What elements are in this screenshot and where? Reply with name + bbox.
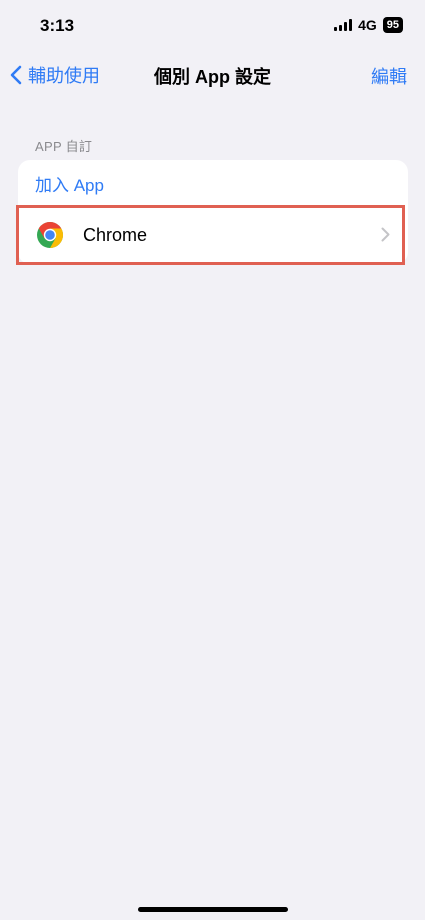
list-item-label: Chrome (83, 224, 148, 245)
navigation-bar: 輔助使用 個別 App 設定 編輯 (0, 56, 425, 96)
cellular-signal-icon (334, 19, 353, 31)
page-title: 個別 App 設定 (154, 67, 271, 87)
edit-button[interactable]: 編輯 (371, 63, 407, 89)
add-app-button[interactable]: 加入 App (18, 160, 408, 206)
network-type: 4G (358, 17, 377, 33)
chrome-icon (36, 221, 64, 249)
section-header: APP 自訂 (35, 139, 93, 154)
status-indicators: 4G 95 (334, 17, 403, 33)
status-bar: 3:13 4G 95 (0, 0, 425, 54)
home-indicator (138, 907, 288, 912)
list-item-chrome[interactable]: Chrome (18, 206, 408, 264)
chevron-right-icon (381, 227, 390, 247)
battery-icon: 95 (382, 17, 403, 33)
status-time: 3:13 (40, 16, 75, 35)
app-list-group: 加入 App Chrome (18, 160, 408, 264)
